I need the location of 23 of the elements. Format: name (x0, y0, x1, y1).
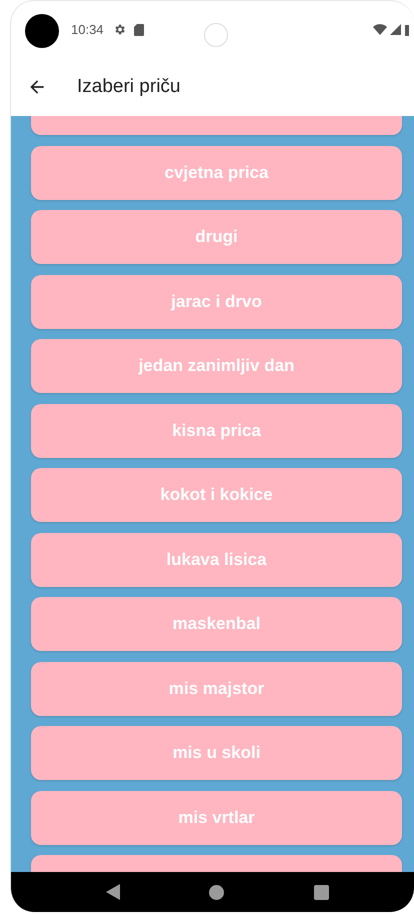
camera-cutout (25, 14, 59, 48)
story-button[interactable]: maskenbal (31, 597, 402, 651)
story-button[interactable]: cvjetna prica (31, 146, 402, 200)
status-time: 10:34 (71, 22, 104, 37)
sensor-cutout (204, 23, 228, 47)
gear-icon (112, 23, 126, 36)
home-icon[interactable] (209, 884, 224, 900)
screen-title: Izaberi priču (77, 76, 180, 98)
sd-card-icon (134, 24, 144, 36)
story-button[interactable]: kisna prica (31, 404, 402, 458)
story-button[interactable]: kokot i kokice (31, 468, 402, 522)
story-button[interactable]: jedan zanimljiv dan (31, 339, 402, 393)
battery-icon (404, 24, 410, 36)
back-icon[interactable] (106, 884, 120, 900)
signal-icon (390, 24, 401, 35)
story-button[interactable]: jarac i drvo (31, 274, 402, 328)
wifi-icon (373, 24, 387, 35)
story-button[interactable]: mis vrtlar (31, 790, 402, 844)
story-button[interactable]: mis majstor (31, 662, 402, 716)
story-button[interactable]: drugi (31, 210, 402, 264)
story-button[interactable]: mis u skoli (31, 726, 402, 780)
story-button[interactable]: lukava lisica (31, 532, 402, 586)
recents-icon[interactable] (314, 884, 330, 900)
